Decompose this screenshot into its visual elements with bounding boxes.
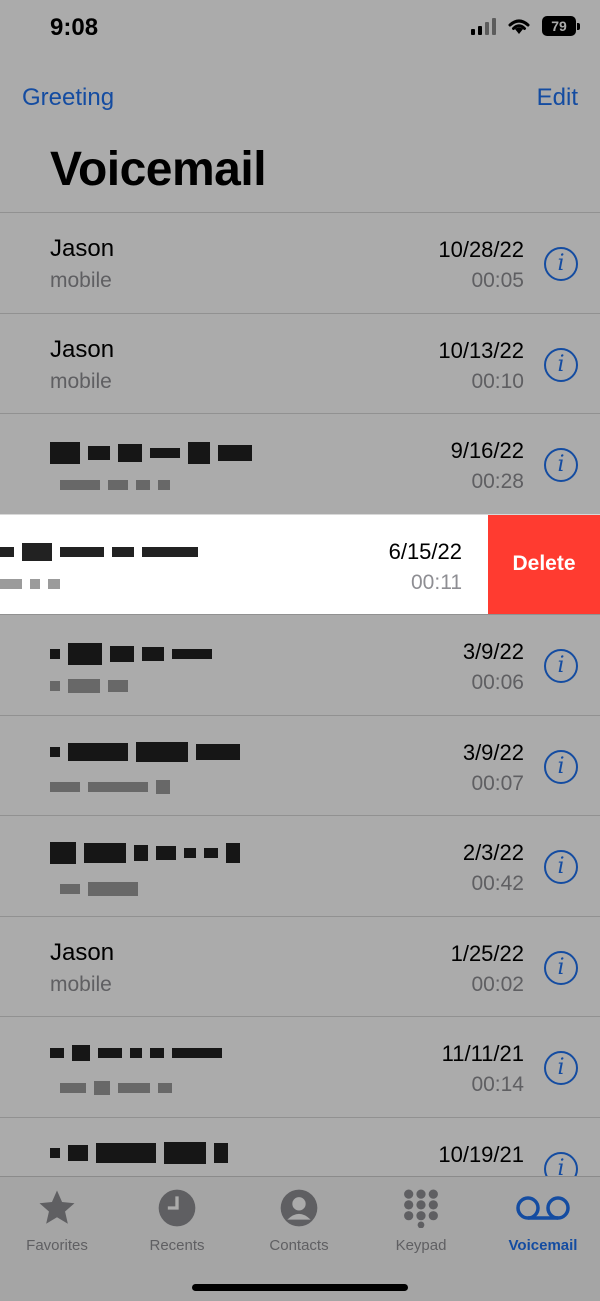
voicemail-date: 2/3/22 [462,840,524,865]
tab-voicemail[interactable]: Voicemail [488,1187,598,1254]
voicemail-duration: 00:05 [471,269,524,292]
caller-label: mobile [50,269,112,292]
redacted-caller-name [50,842,240,864]
tab-favorites[interactable]: Favorites [2,1187,112,1254]
voicemail-icon [516,1196,570,1220]
edit-button[interactable]: Edit [537,84,578,112]
clock-icon [158,1189,196,1227]
voicemail-date: 10/28/22 [438,237,524,262]
info-icon[interactable]: i [544,950,578,985]
redacted-caller-label [60,1081,172,1095]
redacted-caller-name [50,1141,228,1164]
caller-name: Jason [50,335,115,363]
redacted-caller-name [50,1045,222,1061]
redacted-caller-name [0,542,198,561]
caller-name: Jason [50,938,115,966]
voicemail-date: 9/16/22 [450,438,524,463]
wifi-icon [508,19,530,34]
voicemail-row-swiped[interactable]: 6/15/22 00:11 Delete [0,513,600,614]
voicemail-list: Jason mobile 10/28/22 00:05 i Jason mobi… [0,212,600,1217]
voicemail-row[interactable]: Jason mobile 10/28/22 00:05 i [0,212,600,313]
voicemail-duration: 00:02 [471,972,524,996]
greeting-button[interactable]: Greeting [22,84,114,112]
redacted-caller-name [50,741,240,762]
page-title: Voicemail [50,143,267,196]
voicemail-duration: 00:42 [471,872,524,895]
voicemail-row[interactable]: 11/11/21 00:14 i [0,1016,600,1117]
status-time: 9:08 [50,14,99,41]
voicemail-duration: 00:06 [471,671,524,694]
tab-label: Contacts [269,1237,329,1254]
cellular-signal-icon [471,17,496,35]
voicemail-date: 6/15/22 [388,538,462,564]
redacted-caller-label [50,779,170,794]
voicemail-duration: 00:10 [471,369,524,393]
info-icon[interactable]: i [544,749,578,784]
info-icon[interactable]: i [544,448,578,482]
info-icon[interactable]: i [544,649,578,683]
info-icon[interactable]: i [544,247,578,281]
voicemail-date: 1/25/22 [450,940,524,966]
redacted-caller-label [50,679,128,693]
voicemail-duration: 00:28 [471,470,524,493]
voicemail-row[interactable]: 3/9/22 00:06 i [0,614,600,715]
status-bar: 9:08 79 [0,0,600,60]
tab-bar: Favorites Recents Contacts Keypad Voicem… [0,1176,600,1301]
tab-label: Recents [149,1237,205,1254]
info-icon[interactable]: i [544,347,578,382]
tab-recents[interactable]: Recents [122,1187,232,1254]
delete-button[interactable]: Delete [488,514,600,614]
redacted-caller-name [50,643,212,665]
voicemail-row[interactable]: Jason mobile 10/13/22 00:10 i [0,312,600,414]
caller-label: mobile [50,369,112,393]
home-indicator [192,1284,408,1291]
voicemail-date: 11/11/21 [441,1041,524,1066]
tab-label: Keypad [395,1237,447,1254]
voicemail-date: 10/19/21 [438,1141,524,1167]
tab-contacts[interactable]: Contacts [244,1187,354,1254]
caller-label: mobile [50,972,112,996]
redacted-caller-label [0,578,60,589]
info-icon[interactable]: i [544,850,578,884]
voicemail-duration: 00:11 [411,570,462,594]
tab-label: Voicemail [508,1237,578,1254]
battery-icon: 79 [542,16,580,36]
voicemail-row[interactable]: 9/16/22 00:28 i [0,413,600,514]
voicemail-row[interactable]: Jason mobile 1/25/22 00:02 i [0,915,600,1017]
voicemail-duration: 00:14 [471,1073,524,1096]
redacted-caller-name [50,442,252,464]
tab-label: Favorites [26,1237,88,1254]
tab-keypad[interactable]: Keypad [366,1187,476,1254]
star-icon [39,1190,75,1224]
redacted-caller-label [60,480,170,490]
voicemail-duration: 00:07 [471,771,524,795]
voicemail-row[interactable]: 3/9/22 00:07 i [0,714,600,816]
voicemail-date: 3/9/22 [462,639,524,664]
person-icon [280,1189,318,1227]
voicemail-row[interactable]: 2/3/22 00:42 i [0,815,600,916]
caller-name: Jason [50,235,115,262]
redacted-caller-label [60,882,138,896]
voicemail-date: 3/9/22 [462,739,524,765]
info-icon[interactable]: i [544,1051,578,1085]
status-indicators: 79 [471,16,580,36]
keypad-icon [404,1189,438,1228]
voicemail-date: 10/13/22 [438,337,524,363]
